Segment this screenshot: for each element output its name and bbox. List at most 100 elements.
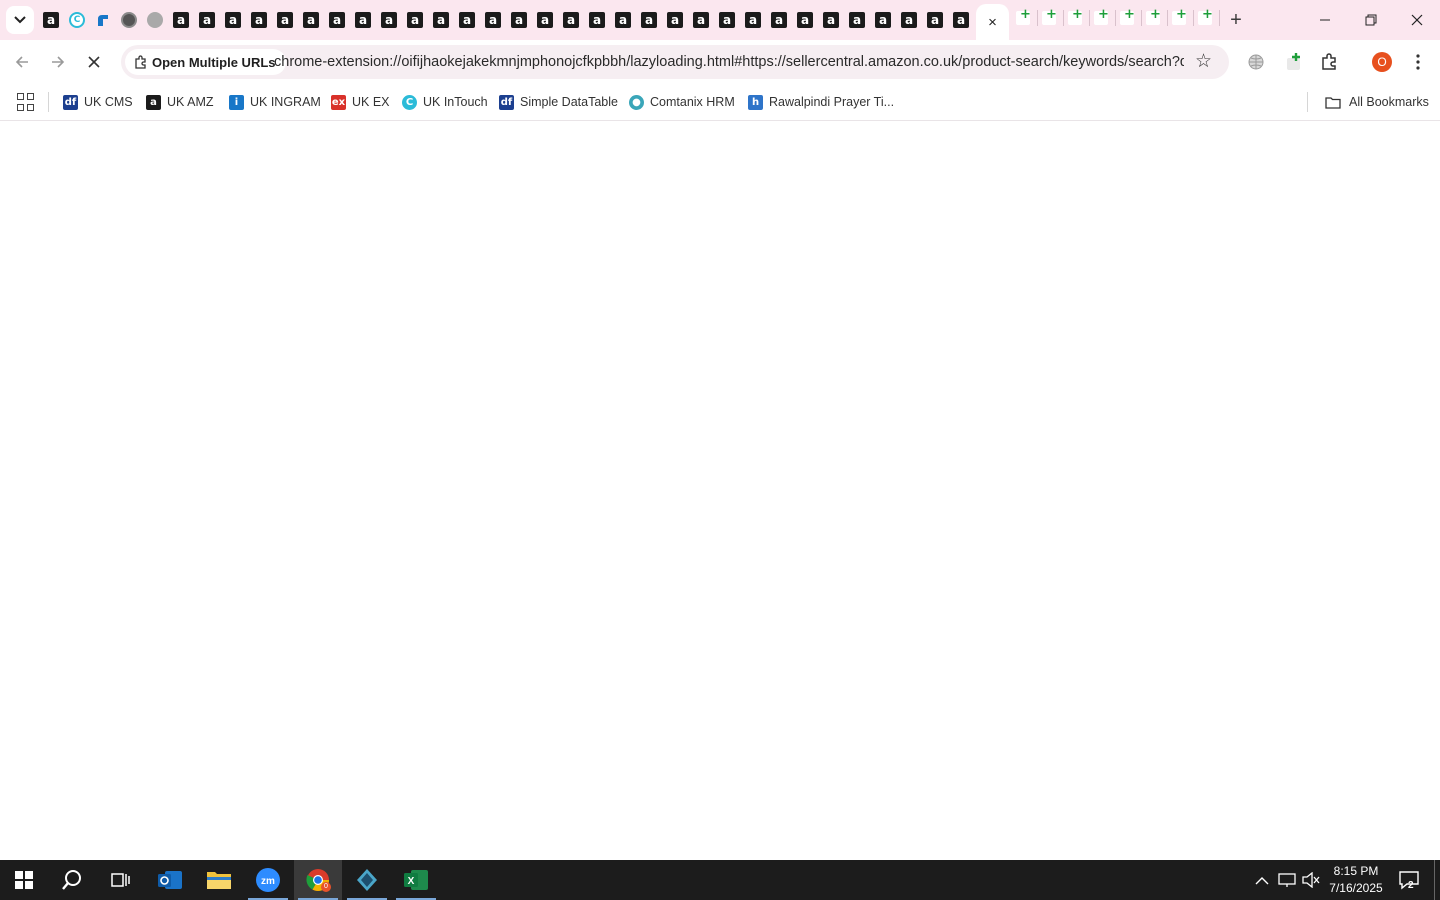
plus-icon: +	[1072, 7, 1083, 22]
pinned-tab[interactable]: a	[740, 6, 766, 34]
pinned-tab[interactable]: a	[454, 6, 480, 34]
chrome-button[interactable]: 0	[294, 860, 342, 900]
menu-button[interactable]	[1404, 48, 1432, 76]
bookmark-item[interactable]: ● Comtanix HRM	[629, 92, 735, 112]
system-clock[interactable]: 8:15 PM 7/16/2025	[1322, 863, 1390, 897]
translate-button[interactable]	[1242, 48, 1270, 76]
site-info-chip[interactable]: Open Multiple URLs	[125, 49, 286, 75]
pinned-tab[interactable]: a	[636, 6, 662, 34]
excel-button[interactable]: X	[392, 860, 440, 900]
bookmark-item[interactable]: df UK CMS	[63, 92, 133, 112]
pinned-tab[interactable]: a	[350, 6, 376, 34]
extension-tab[interactable]: +	[1116, 6, 1142, 30]
pinned-tab[interactable]	[90, 6, 116, 34]
zoom-button[interactable]: zm	[244, 860, 292, 900]
intouch-icon: C	[69, 12, 85, 28]
pinned-tab[interactable]: a	[506, 6, 532, 34]
extension-tab[interactable]: +	[1038, 6, 1064, 30]
show-desktop-button[interactable]	[1434, 860, 1435, 900]
vpn-app-button[interactable]	[343, 860, 391, 900]
pinned-tab[interactable]: a	[688, 6, 714, 34]
restore-button[interactable]	[1348, 0, 1394, 40]
extension-open-urls-button[interactable]	[1280, 48, 1308, 76]
pinned-tab[interactable]: a	[272, 6, 298, 34]
pinned-tab[interactable]: a	[168, 6, 194, 34]
bookmark-item[interactable]: a UK AMZ	[146, 92, 214, 112]
amazon-icon: a	[381, 12, 397, 28]
amazon-icon: a	[771, 12, 787, 28]
tab-search-button[interactable]	[6, 6, 34, 34]
extension-tab[interactable]: +	[1064, 6, 1090, 30]
new-tab-button[interactable]: +	[1222, 6, 1250, 34]
pinned-tab[interactable]: a	[714, 6, 740, 34]
pinned-tab[interactable]: a	[194, 6, 220, 34]
pinned-tab[interactable]: a	[220, 6, 246, 34]
pinned-tab[interactable]: a	[246, 6, 272, 34]
outlook-button[interactable]	[146, 860, 194, 900]
extensions-button[interactable]	[1315, 48, 1343, 76]
extension-tab[interactable]: +	[1012, 6, 1038, 30]
amazon-icon: a	[251, 12, 267, 28]
zoom-icon: zm	[256, 868, 280, 892]
pinned-tab[interactable]	[142, 6, 168, 34]
bookmark-item[interactable]: i UK INGRAM	[229, 92, 321, 112]
pinned-tab[interactable]: a	[844, 6, 870, 34]
pinned-tab[interactable]: a	[324, 6, 350, 34]
pinned-tab[interactable]: a	[298, 6, 324, 34]
search-button[interactable]	[48, 860, 96, 900]
minimize-button[interactable]	[1302, 0, 1348, 40]
amazon-icon: a	[173, 12, 189, 28]
pinned-tab[interactable]: a	[480, 6, 506, 34]
pinned-tab[interactable]: a	[922, 6, 948, 34]
active-tab[interactable]: ×	[976, 4, 1009, 40]
start-button[interactable]	[0, 860, 48, 900]
pinned-tab[interactable]: a	[428, 6, 454, 34]
bookmark-item[interactable]: h Rawalpindi Prayer Ti...	[748, 92, 894, 112]
forward-arrow-icon	[52, 56, 65, 68]
pinned-tab[interactable]: a	[870, 6, 896, 34]
pinned-tab[interactable]: a	[948, 6, 974, 34]
url-text[interactable]: chrome-extension://oifijhaokejakekmnjmph…	[274, 54, 1184, 70]
plus-icon: +	[1176, 7, 1187, 22]
bookmark-item[interactable]: ex UK EX	[331, 92, 390, 112]
close-window-button[interactable]	[1394, 0, 1440, 40]
extension-tab[interactable]: +	[1168, 6, 1194, 30]
pinned-tab[interactable]: a	[376, 6, 402, 34]
close-tab-icon[interactable]: ×	[988, 14, 997, 31]
file-explorer-button[interactable]	[195, 860, 243, 900]
all-bookmarks-button[interactable]: All Bookmarks	[1325, 92, 1429, 112]
network-icon[interactable]	[1278, 872, 1296, 891]
extension-tab[interactable]: +	[1194, 6, 1220, 30]
pinned-tab[interactable]: a	[662, 6, 688, 34]
back-button[interactable]	[8, 48, 36, 76]
pinned-tab[interactable]: a	[532, 6, 558, 34]
pinned-tab[interactable]: C	[64, 6, 90, 34]
pinned-tab[interactable]: a	[584, 6, 610, 34]
bookmark-star-icon[interactable]: ☆	[1195, 50, 1212, 73]
bookmark-item[interactable]: C UK InTouch	[402, 92, 488, 112]
volume-muted-icon[interactable]	[1302, 871, 1320, 891]
task-view-button[interactable]	[96, 860, 144, 900]
pinned-tab[interactable]: a	[896, 6, 922, 34]
pinned-tab[interactable]: a	[792, 6, 818, 34]
profile-button[interactable]: O	[1368, 48, 1396, 76]
extension-tab[interactable]: +	[1090, 6, 1116, 30]
bookmarks-divider	[1307, 92, 1308, 112]
apps-grid-icon[interactable]	[17, 93, 35, 111]
pinned-tab[interactable]: a	[402, 6, 428, 34]
pinned-tab[interactable]	[116, 6, 142, 34]
pinned-tab[interactable]: a	[558, 6, 584, 34]
globe-icon	[1248, 54, 1264, 70]
pinned-tab[interactable]: a	[818, 6, 844, 34]
forward-button[interactable]	[44, 48, 72, 76]
extension-tab[interactable]: +	[1142, 6, 1168, 30]
stop-loading-button[interactable]	[80, 48, 108, 76]
bookmark-item[interactable]: df Simple DataTable	[499, 92, 618, 112]
pinned-tab[interactable]: a	[766, 6, 792, 34]
address-bar[interactable]: Open Multiple URLs chrome-extension://oi…	[121, 45, 1229, 79]
tray-chevron-up-icon[interactable]	[1255, 872, 1269, 888]
amazon-icon: a	[511, 12, 527, 28]
pinned-tab[interactable]: a	[38, 6, 64, 34]
globe-icon	[147, 12, 163, 28]
pinned-tab[interactable]: a	[610, 6, 636, 34]
